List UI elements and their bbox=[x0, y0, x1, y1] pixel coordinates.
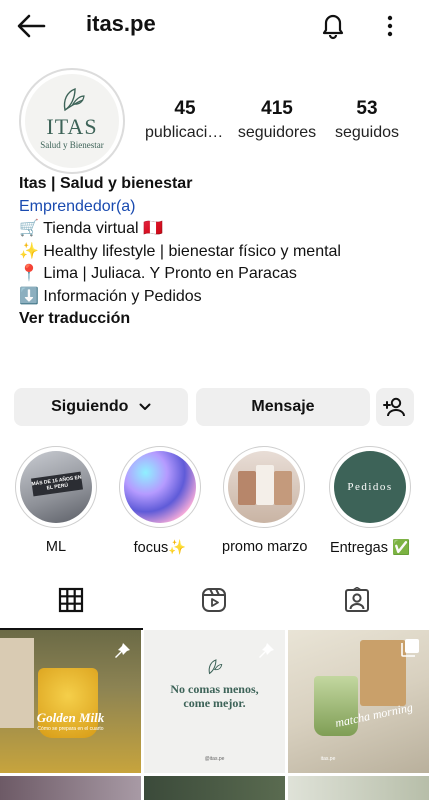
highlight-ring: Pedidos bbox=[329, 446, 411, 528]
grid-icon bbox=[58, 587, 84, 613]
profile-username: itas.pe bbox=[86, 11, 156, 36]
stat-value: 53 bbox=[356, 98, 378, 119]
bio-line: 🛒 Tienda virtual 🇵🇪 bbox=[19, 220, 163, 237]
highlight-label: focus✨ bbox=[133, 540, 187, 556]
highlight-ring bbox=[119, 446, 201, 528]
posts-grid: Golden Milk Cómo se prepara en el cuarto… bbox=[0, 630, 429, 800]
following-label: Siguiendo bbox=[51, 398, 129, 415]
highlight-cover: Pedidos bbox=[334, 451, 406, 523]
tab-posts-grid[interactable] bbox=[0, 578, 143, 624]
pin-icon bbox=[115, 640, 130, 658]
post-matcha-morning[interactable]: matcha morning itas.pe bbox=[288, 630, 429, 773]
bio-name: Itas | Salud y bienestar bbox=[19, 175, 193, 192]
highlight-label: ML bbox=[45, 539, 67, 555]
post-golden-milk[interactable]: Golden Milk Cómo se prepara en el cuarto bbox=[0, 630, 141, 773]
highlight-label: Entregas ✅ bbox=[329, 540, 411, 556]
tagged-user-icon bbox=[345, 587, 369, 612]
post-handle: itas.pe bbox=[320, 756, 336, 762]
highlight-cover bbox=[124, 451, 196, 523]
post-title: Golden Milk bbox=[36, 710, 105, 725]
leaf-logo-icon bbox=[208, 659, 223, 675]
highlight-cover-text: Pedidos bbox=[347, 481, 393, 493]
avatar-tagline: Salud y Bienestar bbox=[40, 140, 104, 150]
stat-value: 415 bbox=[261, 98, 293, 119]
profile-tabs bbox=[0, 578, 429, 630]
stat-label: seguidos bbox=[334, 124, 400, 141]
highlight-ring bbox=[223, 446, 305, 528]
top-bar: itas.pe bbox=[0, 0, 429, 52]
bio-category[interactable]: Emprendedor(a) bbox=[19, 196, 419, 219]
highlight-ring: MÁS DE 15 AÑOS EN EL PERÚ bbox=[15, 446, 97, 528]
following-button[interactable]: Siguiendo bbox=[14, 388, 188, 426]
chevron-down-icon bbox=[139, 403, 151, 410]
more-vertical-icon bbox=[387, 15, 393, 37]
post-tile[interactable] bbox=[144, 776, 285, 800]
profile-avatar[interactable]: ITAS Salud y Bienestar bbox=[19, 68, 125, 174]
stat-value: 45 bbox=[174, 98, 196, 119]
highlight-cover bbox=[228, 451, 300, 523]
tab-tagged[interactable] bbox=[286, 578, 429, 624]
bio-line: ⬇️ Información y Pedidos bbox=[19, 287, 202, 305]
product-bag bbox=[256, 465, 274, 505]
back-button[interactable] bbox=[16, 12, 50, 40]
product-bag bbox=[238, 471, 256, 505]
bio-line: 📍 Lima | Juliaca. Y Pronto en Paracas bbox=[19, 265, 297, 282]
leaf-logo-icon bbox=[63, 87, 85, 112]
more-options-button[interactable] bbox=[380, 12, 400, 40]
post-tile[interactable] bbox=[288, 776, 429, 800]
post-tile[interactable] bbox=[0, 776, 141, 800]
avatar-brand: ITAS bbox=[46, 114, 98, 139]
bell-icon bbox=[322, 14, 344, 40]
message-button[interactable]: Mensaje bbox=[196, 388, 370, 426]
stat-posts[interactable]: 45 publicaciones bbox=[140, 98, 230, 142]
bio-line: ✨ Healthy lifestyle | bienestar físico y… bbox=[19, 242, 341, 260]
multiple-photos-icon bbox=[401, 639, 419, 657]
stat-followers[interactable]: 415 seguidores bbox=[231, 98, 323, 142]
message-label: Mensaje bbox=[251, 398, 315, 415]
notifications-button[interactable] bbox=[318, 10, 350, 42]
highlight-label: promo marzo bbox=[222, 539, 308, 555]
stat-label: seguidores bbox=[237, 124, 317, 141]
post-no-comas-menos[interactable]: No comas menos, come mejor. @itas.pe bbox=[144, 630, 285, 773]
profile-bio: Itas | Salud y bienestar Emprendedor(a) … bbox=[19, 173, 419, 331]
highlight-ml[interactable]: MÁS DE 15 AÑOS EN EL PERÚ ML bbox=[14, 446, 98, 555]
see-translation-link[interactable]: Ver traducción bbox=[19, 308, 419, 331]
suggest-users-button[interactable] bbox=[376, 388, 414, 426]
reels-icon bbox=[202, 588, 226, 612]
highlight-entregas[interactable]: Pedidos Entregas ✅ bbox=[328, 446, 412, 556]
arrow-left-icon bbox=[17, 14, 46, 38]
avatar-logo: ITAS Salud y Bienestar bbox=[25, 74, 119, 168]
tab-reels[interactable] bbox=[143, 578, 286, 624]
stat-label: publicaciones bbox=[145, 124, 225, 141]
product-bag bbox=[274, 471, 292, 505]
highlight-promo-marzo[interactable]: promo marzo bbox=[222, 446, 308, 555]
add-user-icon bbox=[383, 397, 405, 417]
post-title: No comas menos, come mejor. bbox=[170, 682, 259, 710]
post-subtitle: Cómo se prepara en el cuarto bbox=[37, 726, 104, 732]
highlight-cover: MÁS DE 15 AÑOS EN EL PERÚ bbox=[20, 451, 92, 523]
stat-following[interactable]: 53 seguidos bbox=[322, 98, 412, 142]
pin-icon bbox=[259, 640, 274, 658]
post-handle: @itas.pe bbox=[204, 756, 225, 762]
highlight-focus[interactable]: focus✨ bbox=[118, 446, 202, 556]
